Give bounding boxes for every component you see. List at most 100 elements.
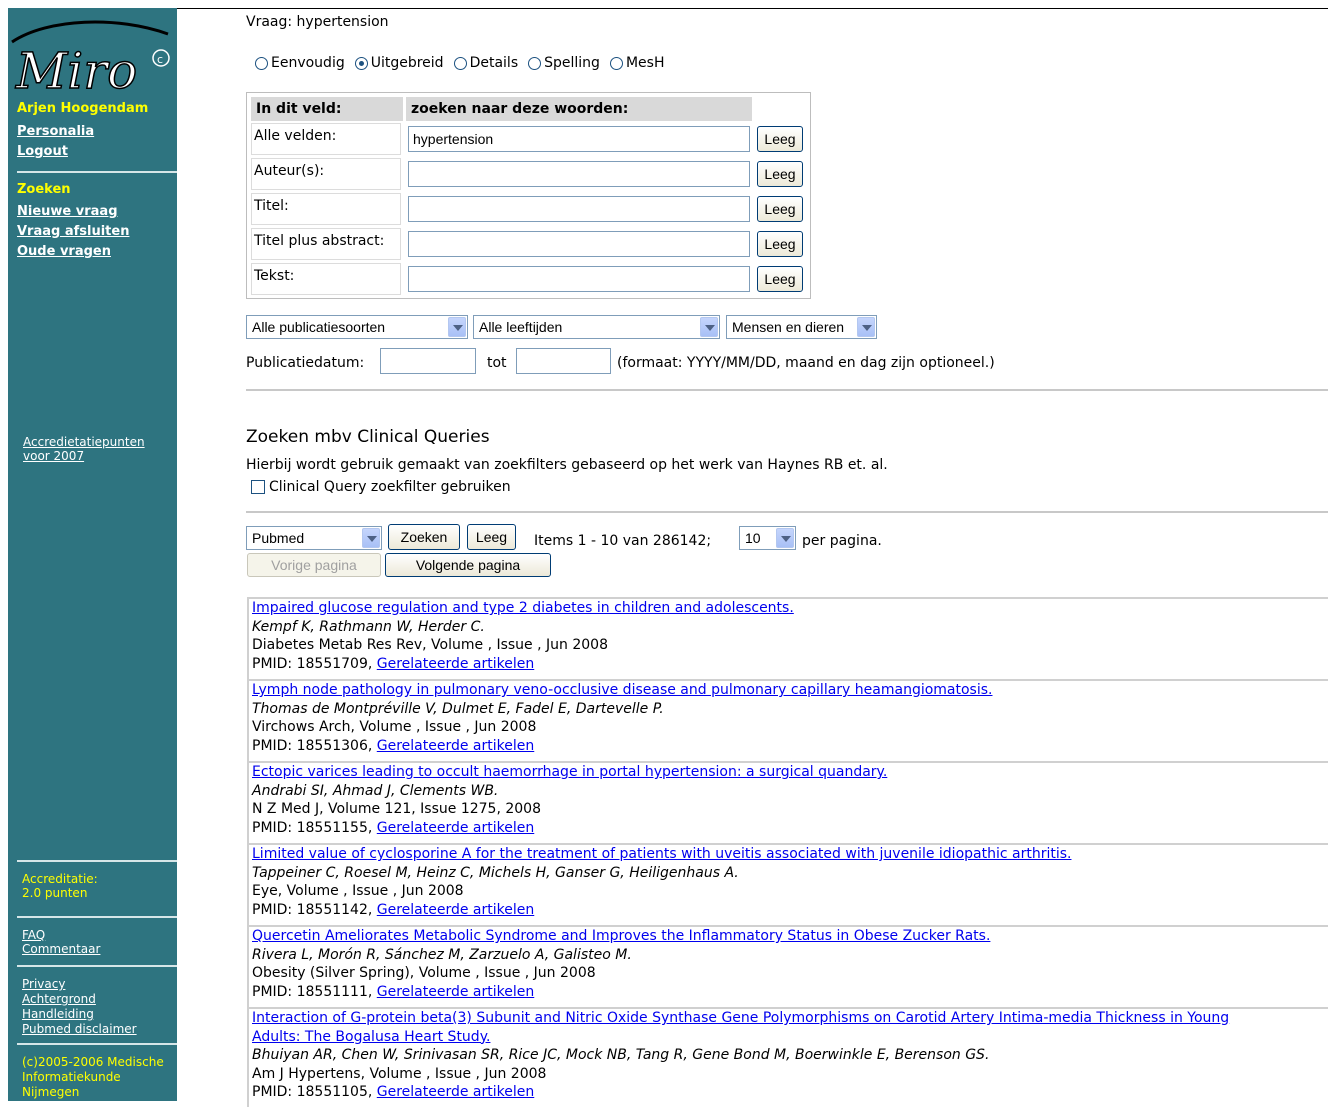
clinical-query-checkbox-label: Clinical Query zoekfilter gebruiken: [269, 479, 511, 495]
faq-link[interactable]: FAQ: [22, 928, 45, 942]
title-input[interactable]: [408, 196, 750, 222]
field-label-title: Titel:: [251, 193, 401, 225]
result-title-link[interactable]: Impaired glucose regulation and type 2 d…: [252, 600, 794, 616]
result-title-link[interactable]: Limited value of cyclosporine A for the …: [252, 846, 1071, 862]
user-name: Arjen Hoogendam: [17, 101, 149, 116]
sidebar-divider: [17, 965, 177, 967]
next-page-button[interactable]: Volgende pagina: [385, 553, 551, 577]
result-authors: Andrabi SI, Ahmad J, Clements WB.: [252, 782, 499, 799]
accreditation-info: Accreditatie: 2.0 punten: [22, 872, 98, 900]
result-title-link-cont[interactable]: Adults: The Bogalusa Heart Study.: [252, 1029, 490, 1045]
all-fields-input[interactable]: [408, 126, 750, 152]
per-page-select[interactable]: 10: [739, 526, 796, 550]
clear-all-fields-button[interactable]: Leeg: [757, 126, 803, 152]
result-pmid: PMID: 18551111,: [252, 983, 373, 1000]
select-value: Mensen en dieren: [732, 319, 845, 335]
clear-title-button[interactable]: Leeg: [757, 196, 803, 222]
radio-spelling[interactable]: [528, 56, 542, 70]
result-pmid: PMID: 18551105,: [252, 1084, 373, 1100]
chevron-down-icon: [448, 317, 466, 337]
sidebar-divider: [17, 1043, 177, 1045]
sidebar-divider: [17, 860, 177, 862]
result-item: Ectopic varices leading to occult haemor…: [247, 761, 1328, 843]
title-abstract-input[interactable]: [408, 231, 750, 257]
svg-text:c: c: [157, 53, 163, 66]
result-title-link[interactable]: Interaction of G-protein beta(3) Subunit…: [252, 1010, 1229, 1026]
field-label-title-abstract: Titel plus abstract:: [251, 228, 401, 260]
result-item: Impaired glucose regulation and type 2 d…: [247, 597, 1328, 679]
items-count: Items 1 - 10 van 286142;: [534, 533, 712, 549]
result-source: Obesity (Silver Spring), Volume , Issue …: [252, 965, 596, 981]
info-links: Privacy Achtergrond Handleiding Pubmed d…: [22, 977, 137, 1037]
clinical-query-checkbox[interactable]: [251, 480, 265, 494]
result-authors: Rivera L, Morón R, Sánchez M, Zarzuelo A…: [252, 946, 632, 963]
section-divider: [246, 511, 1328, 513]
logout-link[interactable]: Logout: [17, 144, 68, 160]
database-select[interactable]: Pubmed: [246, 526, 382, 550]
field-label-text: Tekst:: [251, 263, 401, 295]
field-label-all: Alle velden:: [251, 123, 401, 155]
old-queries-link[interactable]: Oude vragen: [17, 244, 111, 260]
publication-type-select[interactable]: Alle publicatiesoorten: [246, 315, 468, 339]
radio-mesh[interactable]: [609, 56, 623, 70]
result-source: Eye, Volume , Issue , Jun 2008: [252, 883, 464, 899]
chevron-down-icon: [776, 528, 794, 548]
search-button[interactable]: Zoeken: [388, 524, 460, 550]
result-authors: Bhuiyan AR, Chen W, Srinivasan SR, Rice …: [252, 1047, 990, 1063]
date-format-hint: (formaat: YYYY/MM/DD, maand en dag zijn …: [617, 355, 995, 371]
manual-link[interactable]: Handleiding: [22, 1007, 94, 1021]
clear-search-button[interactable]: Leeg: [467, 524, 516, 550]
select-value: 10: [745, 530, 761, 546]
query-label: Vraag: hypertension: [246, 14, 389, 30]
new-query-link[interactable]: Nieuwe vraag: [17, 204, 118, 220]
sidebar: Miro c Arjen Hoogendam Personalia Logout…: [8, 8, 177, 1101]
select-value: Alle publicatiesoorten: [252, 319, 386, 335]
radio-eenvoudig[interactable]: [255, 56, 268, 70]
result-source: Am J Hypertens, Volume , Issue , Jun 200…: [252, 1065, 547, 1082]
section-divider: [246, 389, 1328, 391]
radio-details[interactable]: [453, 56, 467, 70]
result-item: Interaction of G-protein beta(3) Subunit…: [247, 1007, 1328, 1107]
related-articles-link[interactable]: Gerelateerde artikelen: [377, 820, 534, 836]
accreditation-points-link[interactable]: Accredietatiepunten voor 2007: [23, 435, 145, 463]
copyright: (c)2005-2006 Medische Informatiekunde Ni…: [22, 1055, 164, 1099]
author-input[interactable]: [408, 161, 750, 187]
related-articles-link[interactable]: Gerelateerde artikelen: [377, 984, 534, 1000]
close-query-link[interactable]: Vraag afsluiten: [17, 224, 129, 240]
result-item: Quercetin Ameliorates Metabolic Syndrome…: [247, 925, 1328, 1007]
header-field: In dit veld:: [251, 97, 403, 121]
date-from-input[interactable]: [380, 348, 476, 374]
date-to-input[interactable]: [516, 348, 611, 374]
radio-uitgebreid[interactable]: [354, 56, 368, 70]
related-articles-link[interactable]: Gerelateerde artikelen: [377, 656, 534, 672]
result-title-link[interactable]: Quercetin Ameliorates Metabolic Syndrome…: [252, 928, 990, 944]
result-item: Limited value of cyclosporine A for the …: [247, 843, 1328, 925]
background-link[interactable]: Achtergrond: [22, 992, 96, 1006]
related-articles-link[interactable]: Gerelateerde artikelen: [377, 1084, 534, 1100]
clinical-description: Hierbij wordt gebruik gemaakt van zoekfi…: [246, 457, 888, 473]
previous-page-button[interactable]: Vorige pagina: [247, 553, 381, 577]
clinical-heading: Zoeken mbv Clinical Queries: [246, 427, 490, 447]
result-pmid: PMID: 18551155,: [252, 819, 373, 836]
text-input[interactable]: [408, 266, 750, 292]
miro-logo: Miro c: [11, 20, 170, 100]
result-title-link[interactable]: Lymph node pathology in pulmonary veno-o…: [252, 682, 992, 698]
result-title-link[interactable]: Ectopic varices leading to occult haemor…: [252, 764, 887, 780]
field-label-author: Auteur(s):: [251, 158, 401, 190]
clear-author-button[interactable]: Leeg: [757, 161, 803, 187]
sidebar-divider: [17, 916, 177, 918]
clear-title-abstract-button[interactable]: Leeg: [757, 231, 803, 257]
search-fields-table: In dit veld: zoeken naar deze woorden: A…: [246, 92, 811, 299]
age-select[interactable]: Alle leeftijden: [473, 315, 720, 339]
select-value: Pubmed: [252, 530, 305, 546]
radio-label: MesH: [625, 55, 665, 71]
related-articles-link[interactable]: Gerelateerde artikelen: [377, 738, 534, 754]
species-select[interactable]: Mensen en dieren: [726, 315, 877, 339]
pubmed-disclaimer-link[interactable]: Pubmed disclaimer: [22, 1022, 137, 1036]
privacy-link[interactable]: Privacy: [22, 977, 65, 991]
chevron-down-icon: [700, 317, 718, 337]
clear-text-button[interactable]: Leeg: [757, 266, 803, 292]
personalia-link[interactable]: Personalia: [17, 124, 94, 140]
comment-link[interactable]: Commentaar: [22, 942, 100, 956]
related-articles-link[interactable]: Gerelateerde artikelen: [377, 902, 534, 918]
